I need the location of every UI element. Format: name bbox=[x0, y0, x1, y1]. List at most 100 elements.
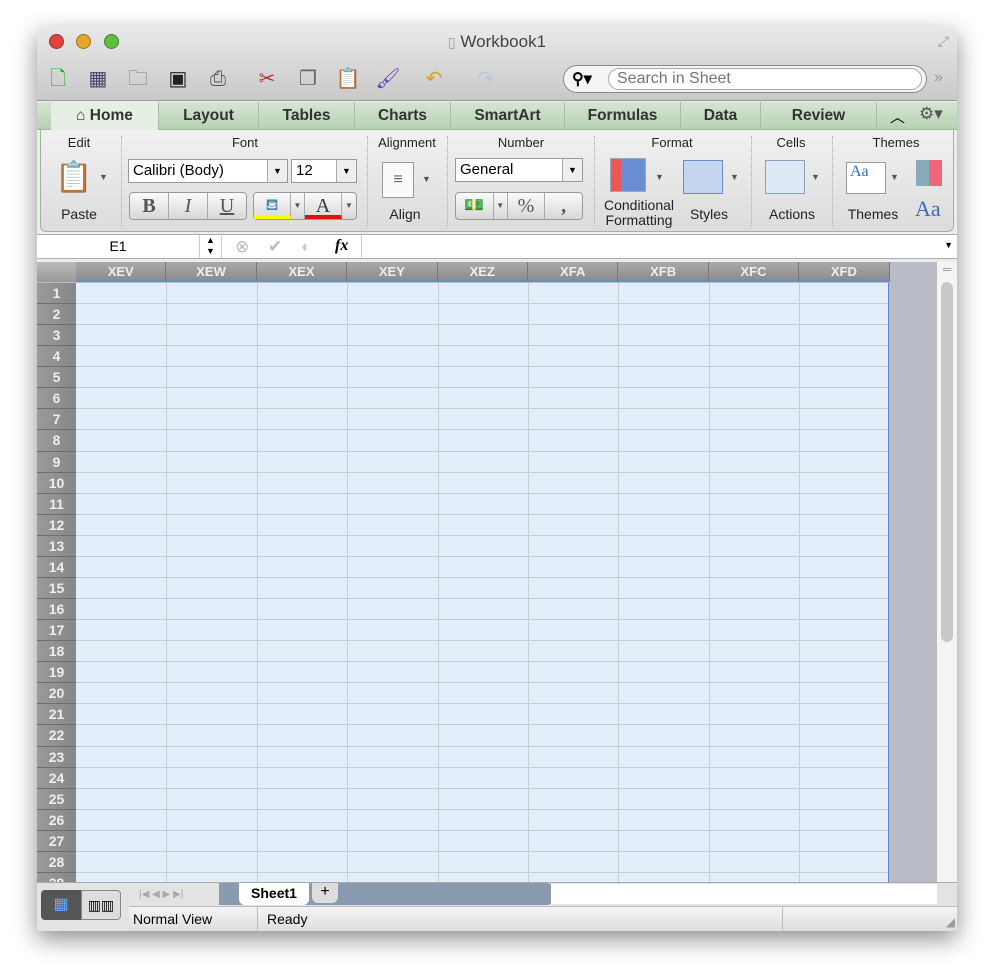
currency-dropdown-icon[interactable]: ▼ bbox=[494, 193, 508, 219]
row-header[interactable]: 15 bbox=[37, 577, 76, 600]
themes-button[interactable]: Aa ▼ Themes bbox=[838, 158, 908, 228]
search-input[interactable] bbox=[608, 68, 922, 90]
percent-button[interactable]: % bbox=[508, 193, 546, 219]
formula-builder-icon[interactable]: ◐ bbox=[301, 237, 311, 257]
row-header[interactable]: 22 bbox=[37, 725, 76, 747]
column-header[interactable]: XEV bbox=[76, 262, 167, 282]
chevron-down-icon[interactable]: ▼ bbox=[422, 174, 431, 184]
theme-fonts-button[interactable]: Aa bbox=[915, 196, 941, 222]
tab-smartart[interactable]: SmartArt bbox=[451, 102, 565, 130]
name-box[interactable]: E1 bbox=[37, 235, 200, 258]
add-sheet-button[interactable]: + bbox=[312, 883, 338, 903]
paste-icon[interactable]: 📋 bbox=[335, 66, 361, 92]
toolbar-overflow-icon[interactable]: » bbox=[934, 69, 943, 87]
undo-icon[interactable]: ↶ bbox=[421, 66, 447, 92]
column-header[interactable]: XFD bbox=[799, 262, 890, 282]
tab-home[interactable]: ⌂ Home bbox=[51, 102, 159, 130]
tab-tables[interactable]: Tables bbox=[259, 102, 355, 130]
cut-icon[interactable]: ✂ bbox=[254, 66, 280, 92]
paste-dropdown-icon[interactable]: ▼ bbox=[99, 172, 108, 182]
name-box-stepper[interactable]: ▲ ▼ bbox=[200, 235, 222, 258]
save-icon[interactable]: ▣ bbox=[165, 66, 191, 92]
copy-icon[interactable]: ❐ bbox=[295, 66, 321, 92]
search-box[interactable]: ⚲▾ bbox=[563, 65, 927, 93]
tab-layout[interactable]: Layout bbox=[159, 102, 259, 130]
tab-review[interactable]: Review bbox=[761, 102, 877, 130]
formula-expand-icon[interactable]: ▼ bbox=[944, 240, 953, 250]
column-header[interactable]: XFB bbox=[618, 262, 709, 282]
row-header[interactable]: 17 bbox=[37, 620, 76, 642]
row-header[interactable]: 21 bbox=[37, 704, 76, 726]
row-header[interactable]: 25 bbox=[37, 788, 76, 810]
conditional-formatting-button[interactable]: ▼ Conditional Formatting bbox=[597, 158, 681, 230]
paste-button[interactable]: 📋 ▼ Paste bbox=[49, 158, 111, 228]
tab-charts[interactable]: Charts bbox=[355, 102, 451, 130]
row-header[interactable]: 3 bbox=[37, 325, 76, 347]
enter-icon[interactable]: ✔ bbox=[268, 237, 282, 257]
select-all-button[interactable] bbox=[37, 262, 76, 282]
resize-grip-icon[interactable]: ◢ bbox=[946, 915, 955, 929]
row-header[interactable]: 4 bbox=[37, 346, 76, 368]
column-header[interactable]: XEW bbox=[166, 262, 257, 282]
column-header[interactable]: XEZ bbox=[437, 262, 528, 282]
row-header[interactable]: 1 bbox=[37, 283, 76, 305]
horizontal-scrollbar[interactable] bbox=[549, 884, 937, 904]
row-header[interactable]: 11 bbox=[37, 493, 76, 515]
search-icon[interactable]: ⚲▾ bbox=[572, 69, 592, 89]
align-button[interactable]: ≡ ▼ Align bbox=[376, 160, 442, 228]
row-header[interactable]: 28 bbox=[37, 851, 76, 873]
row-header[interactable]: 2 bbox=[37, 304, 76, 326]
font-size-select[interactable]: 12 ▼ bbox=[291, 159, 357, 183]
theme-colors-icon[interactable] bbox=[916, 160, 942, 186]
normal-view-button[interactable]: ▦ bbox=[41, 890, 81, 920]
underline-button[interactable]: U bbox=[208, 193, 246, 219]
comma-button[interactable]: , bbox=[545, 193, 582, 219]
row-header[interactable]: 12 bbox=[37, 514, 76, 536]
collapse-ribbon-icon[interactable]: ︿ bbox=[890, 106, 905, 127]
highlight-dropdown-icon[interactable]: ▼ bbox=[291, 193, 305, 219]
sheet-tab-sheet1[interactable]: Sheet1 bbox=[239, 883, 309, 905]
sheet-nav-icons[interactable]: |◀ ◀ ▶ ▶| bbox=[129, 885, 219, 905]
open-icon[interactable]: 🗀 bbox=[125, 66, 151, 92]
new-icon[interactable]: 🗋 bbox=[45, 66, 71, 92]
page-layout-view-button[interactable]: ▥▥ bbox=[81, 890, 121, 920]
vertical-scroll-thumb[interactable] bbox=[941, 282, 953, 642]
row-header[interactable]: 16 bbox=[37, 599, 76, 621]
row-header[interactable]: 13 bbox=[37, 535, 76, 557]
split-handle-icon[interactable]: ═ bbox=[937, 262, 957, 276]
fx-button[interactable]: fx bbox=[335, 237, 348, 255]
format-painter-icon[interactable]: 🖌 bbox=[375, 66, 401, 92]
fullscreen-icon[interactable]: ⤢ bbox=[938, 33, 949, 50]
row-header[interactable]: 9 bbox=[37, 451, 76, 473]
column-header[interactable]: XFA bbox=[528, 262, 619, 282]
row-header[interactable]: 8 bbox=[37, 430, 76, 452]
tab-data[interactable]: Data bbox=[681, 102, 761, 130]
print-icon[interactable]: ⎙ bbox=[205, 66, 231, 92]
cancel-icon[interactable]: ⊗ bbox=[235, 237, 249, 257]
row-header[interactable]: 19 bbox=[37, 662, 76, 684]
actions-button[interactable]: ▼ Actions bbox=[757, 158, 827, 228]
vertical-scrollbar[interactable]: ═ bbox=[936, 262, 957, 883]
number-format-select[interactable]: General ▼ bbox=[455, 158, 583, 182]
bold-button[interactable]: B bbox=[130, 193, 169, 219]
italic-button[interactable]: I bbox=[169, 193, 208, 219]
column-header[interactable]: XFC bbox=[708, 262, 800, 282]
highlight-color-button[interactable]: ⛾ bbox=[254, 193, 291, 219]
font-name-select[interactable]: Calibri (Body) ▼ bbox=[128, 159, 288, 183]
column-header[interactable]: XEY bbox=[347, 262, 438, 282]
gear-icon[interactable]: ⚙▾ bbox=[919, 104, 943, 124]
row-header[interactable]: 6 bbox=[37, 388, 76, 410]
row-header[interactable]: 5 bbox=[37, 367, 76, 389]
row-header[interactable]: 7 bbox=[37, 409, 76, 431]
tab-formulas[interactable]: Formulas bbox=[565, 102, 681, 130]
row-header[interactable]: 23 bbox=[37, 746, 76, 768]
font-color-button[interactable]: A bbox=[305, 193, 342, 219]
gallery-icon[interactable]: ▦ bbox=[85, 66, 111, 92]
row-header[interactable]: 14 bbox=[37, 556, 76, 578]
row-header[interactable]: 26 bbox=[37, 809, 76, 831]
font-color-dropdown-icon[interactable]: ▼ bbox=[342, 193, 356, 219]
styles-button[interactable]: ▼ Styles bbox=[681, 158, 745, 228]
row-header[interactable]: 20 bbox=[37, 683, 76, 705]
row-header[interactable]: 18 bbox=[37, 641, 76, 663]
row-header[interactable]: 29 bbox=[37, 872, 76, 882]
